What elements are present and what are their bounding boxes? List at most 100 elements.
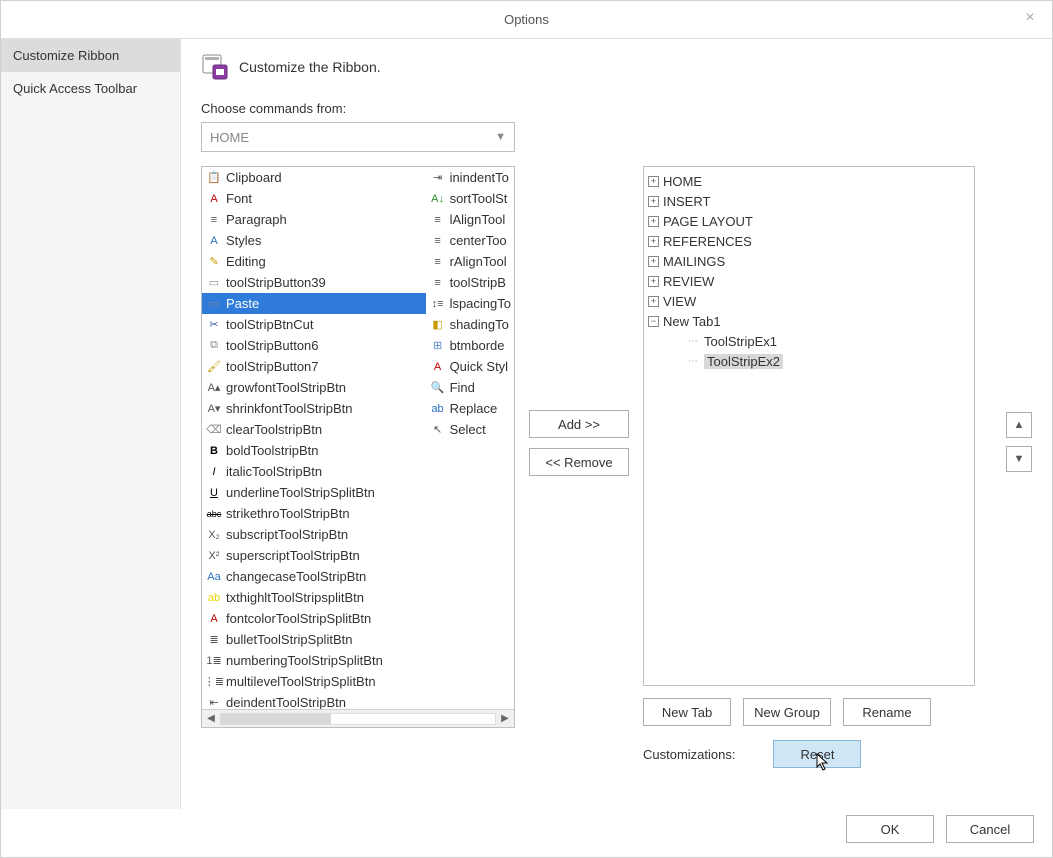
command-item[interactable]: AFont	[202, 188, 426, 209]
command-item[interactable]: ✂toolStripBtnCut	[202, 314, 426, 335]
reset-button[interactable]: Reset	[773, 740, 861, 768]
command-item[interactable]: ◧shadingTo	[426, 314, 514, 335]
expand-icon[interactable]: +	[648, 256, 659, 267]
tree-node[interactable]: +REVIEW	[648, 271, 970, 291]
expand-icon[interactable]: +	[648, 196, 659, 207]
tree-node[interactable]: +INSERT	[648, 191, 970, 211]
command-item[interactable]: ≡centerToo	[426, 230, 514, 251]
scroll-thumb[interactable]	[221, 714, 331, 724]
command-item[interactable]: ▭Paste	[202, 293, 426, 314]
command-label: multilevelToolStripSplitBtn	[226, 674, 376, 689]
tree-node[interactable]: −New Tab1	[648, 311, 970, 331]
command-item[interactable]: IitalicToolStripBtn	[202, 461, 426, 482]
command-label: deindentToolStripBtn	[226, 695, 346, 709]
command-item[interactable]: ≡rAlignTool	[426, 251, 514, 272]
command-item[interactable]: BboldToolstripBtn	[202, 440, 426, 461]
new-tab-button[interactable]: New Tab	[643, 698, 731, 726]
tree-node[interactable]: +HOME	[648, 171, 970, 191]
choose-commands-dropdown[interactable]: HOME ▼	[201, 122, 515, 152]
tree-node[interactable]: + VIEW	[648, 291, 970, 311]
sidebar-item-quick-access-toolbar[interactable]: Quick Access Toolbar	[1, 72, 180, 105]
chevron-down-icon: ▼	[495, 131, 506, 143]
sidebar: Customize Ribbon Quick Access Toolbar	[1, 39, 181, 809]
scroll-track[interactable]	[220, 713, 496, 725]
expand-icon[interactable]: +	[648, 276, 659, 287]
command-item[interactable]: AStyles	[202, 230, 426, 251]
move-down-button[interactable]: ▼	[1006, 446, 1032, 472]
command-item[interactable]: ⋮≣ multilevelToolStripSplitBtn	[202, 671, 426, 692]
command-item[interactable]: ≡lAlignTool	[426, 209, 514, 230]
strike-icon: abc	[206, 506, 222, 522]
command-item[interactable]: X₂subscriptToolStripBtn	[202, 524, 426, 545]
command-item[interactable]: ↕≡lspacingTo	[426, 293, 514, 314]
tree-node-label: VIEW	[663, 294, 696, 309]
dropdown-value: HOME	[210, 130, 249, 145]
bullets-icon: ≣	[206, 632, 222, 648]
collapse-icon[interactable]: −	[648, 316, 659, 327]
command-item[interactable]: ▭toolStripButton39	[202, 272, 426, 293]
subscript-icon: X₂	[206, 527, 222, 543]
command-item[interactable]: 1≣numberingToolStripSplitBtn	[202, 650, 426, 671]
remove-button[interactable]: << Remove	[529, 448, 629, 476]
tree-child-node[interactable]: ⋯ToolStripEx2	[648, 351, 970, 371]
command-item[interactable]: ⇤deindentToolStripBtn	[202, 692, 426, 709]
add-button[interactable]: Add >>	[529, 410, 629, 438]
commands-listbox[interactable]: 📋ClipboardAFont≡ParagraphAStyles✎Editing…	[201, 166, 515, 728]
command-item[interactable]: ≡Paragraph	[202, 209, 426, 230]
tree-node[interactable]: +REFERENCES	[648, 231, 970, 251]
multilevel-icon: ⋮≣	[206, 674, 222, 690]
command-item[interactable]: ≣bulletToolStripSplitBtn	[202, 629, 426, 650]
scroll-right-icon[interactable]: ▶	[498, 713, 512, 724]
horizontal-scrollbar[interactable]: ◀ ▶	[202, 709, 514, 727]
tree-node[interactable]: + PAGE LAYOUT	[648, 211, 970, 231]
command-item[interactable]: ⇥inindentTo	[426, 167, 514, 188]
justify-icon: ≡	[430, 275, 446, 291]
tree-child-node[interactable]: ⋯ToolStripEx1	[648, 331, 970, 351]
command-item[interactable]: 📋Clipboard	[202, 167, 426, 188]
command-label: growfontToolStripBtn	[226, 380, 346, 395]
command-item[interactable]: 🖌toolStripButton7	[202, 356, 426, 377]
command-item[interactable]: ✎Editing	[202, 251, 426, 272]
sidebar-item-customize-ribbon[interactable]: Customize Ribbon	[1, 39, 180, 72]
ribbon-tree[interactable]: +HOME+INSERT+PAGE LAYOUT+REFERENCES+MAIL…	[643, 166, 975, 686]
new-group-button[interactable]: New Group	[743, 698, 831, 726]
tree-node[interactable]: +MAILINGS	[648, 251, 970, 271]
ok-button[interactable]: OK	[846, 815, 934, 843]
move-up-button[interactable]: ▲	[1006, 412, 1032, 438]
command-label: toolStripButton7	[226, 359, 319, 374]
command-item[interactable]: ≡toolStripB	[426, 272, 514, 293]
command-label: toolStripButton39	[226, 275, 326, 290]
command-item[interactable]: abcstrikethroToolStripBtn	[202, 503, 426, 524]
underline-icon: U	[206, 485, 222, 501]
expand-icon[interactable]: +	[648, 296, 659, 307]
sidebar-item-label: Customize Ribbon	[13, 48, 119, 63]
command-item[interactable]: A▾shrinkfontToolStripBtn	[202, 398, 426, 419]
command-item[interactable]: AachangecaseToolStripBtn	[202, 566, 426, 587]
command-item[interactable]: ↖Select	[426, 419, 514, 440]
expand-icon[interactable]: +	[648, 236, 659, 247]
command-item[interactable]: A↓sortToolSt	[426, 188, 514, 209]
command-item[interactable]: A▴growfontToolStripBtn	[202, 377, 426, 398]
tree-node-label: PAGE LAYOUT	[663, 214, 753, 229]
command-label: Find	[450, 380, 475, 395]
command-item[interactable]: ⧉toolStripButton6	[202, 335, 426, 356]
rename-button[interactable]: Rename	[843, 698, 931, 726]
scroll-left-icon[interactable]: ◀	[204, 713, 218, 724]
command-item[interactable]: ⊞btmborde	[426, 335, 514, 356]
superscript-icon: X²	[206, 548, 222, 564]
command-label: shadingTo	[450, 317, 509, 332]
expand-icon[interactable]: +	[648, 176, 659, 187]
command-item[interactable]: AQuick Styl	[426, 356, 514, 377]
command-item[interactable]: ⌫clearToolstripBtn	[202, 419, 426, 440]
expand-icon[interactable]: +	[648, 216, 659, 227]
command-item[interactable]: 🔍Find	[426, 377, 514, 398]
close-icon[interactable]: ×	[1020, 9, 1040, 29]
align-right-icon: ≡	[430, 254, 446, 270]
command-item[interactable]: abReplace	[426, 398, 514, 419]
cancel-button[interactable]: Cancel	[946, 815, 1034, 843]
command-item[interactable]: X²superscriptToolStripBtn	[202, 545, 426, 566]
shrink-font-icon: A▾	[206, 401, 222, 417]
command-item[interactable]: AfontcolorToolStripSplitBtn	[202, 608, 426, 629]
command-item[interactable]: abtxthighltToolStripsplitBtn	[202, 587, 426, 608]
command-item[interactable]: UunderlineToolStripSplitBtn	[202, 482, 426, 503]
